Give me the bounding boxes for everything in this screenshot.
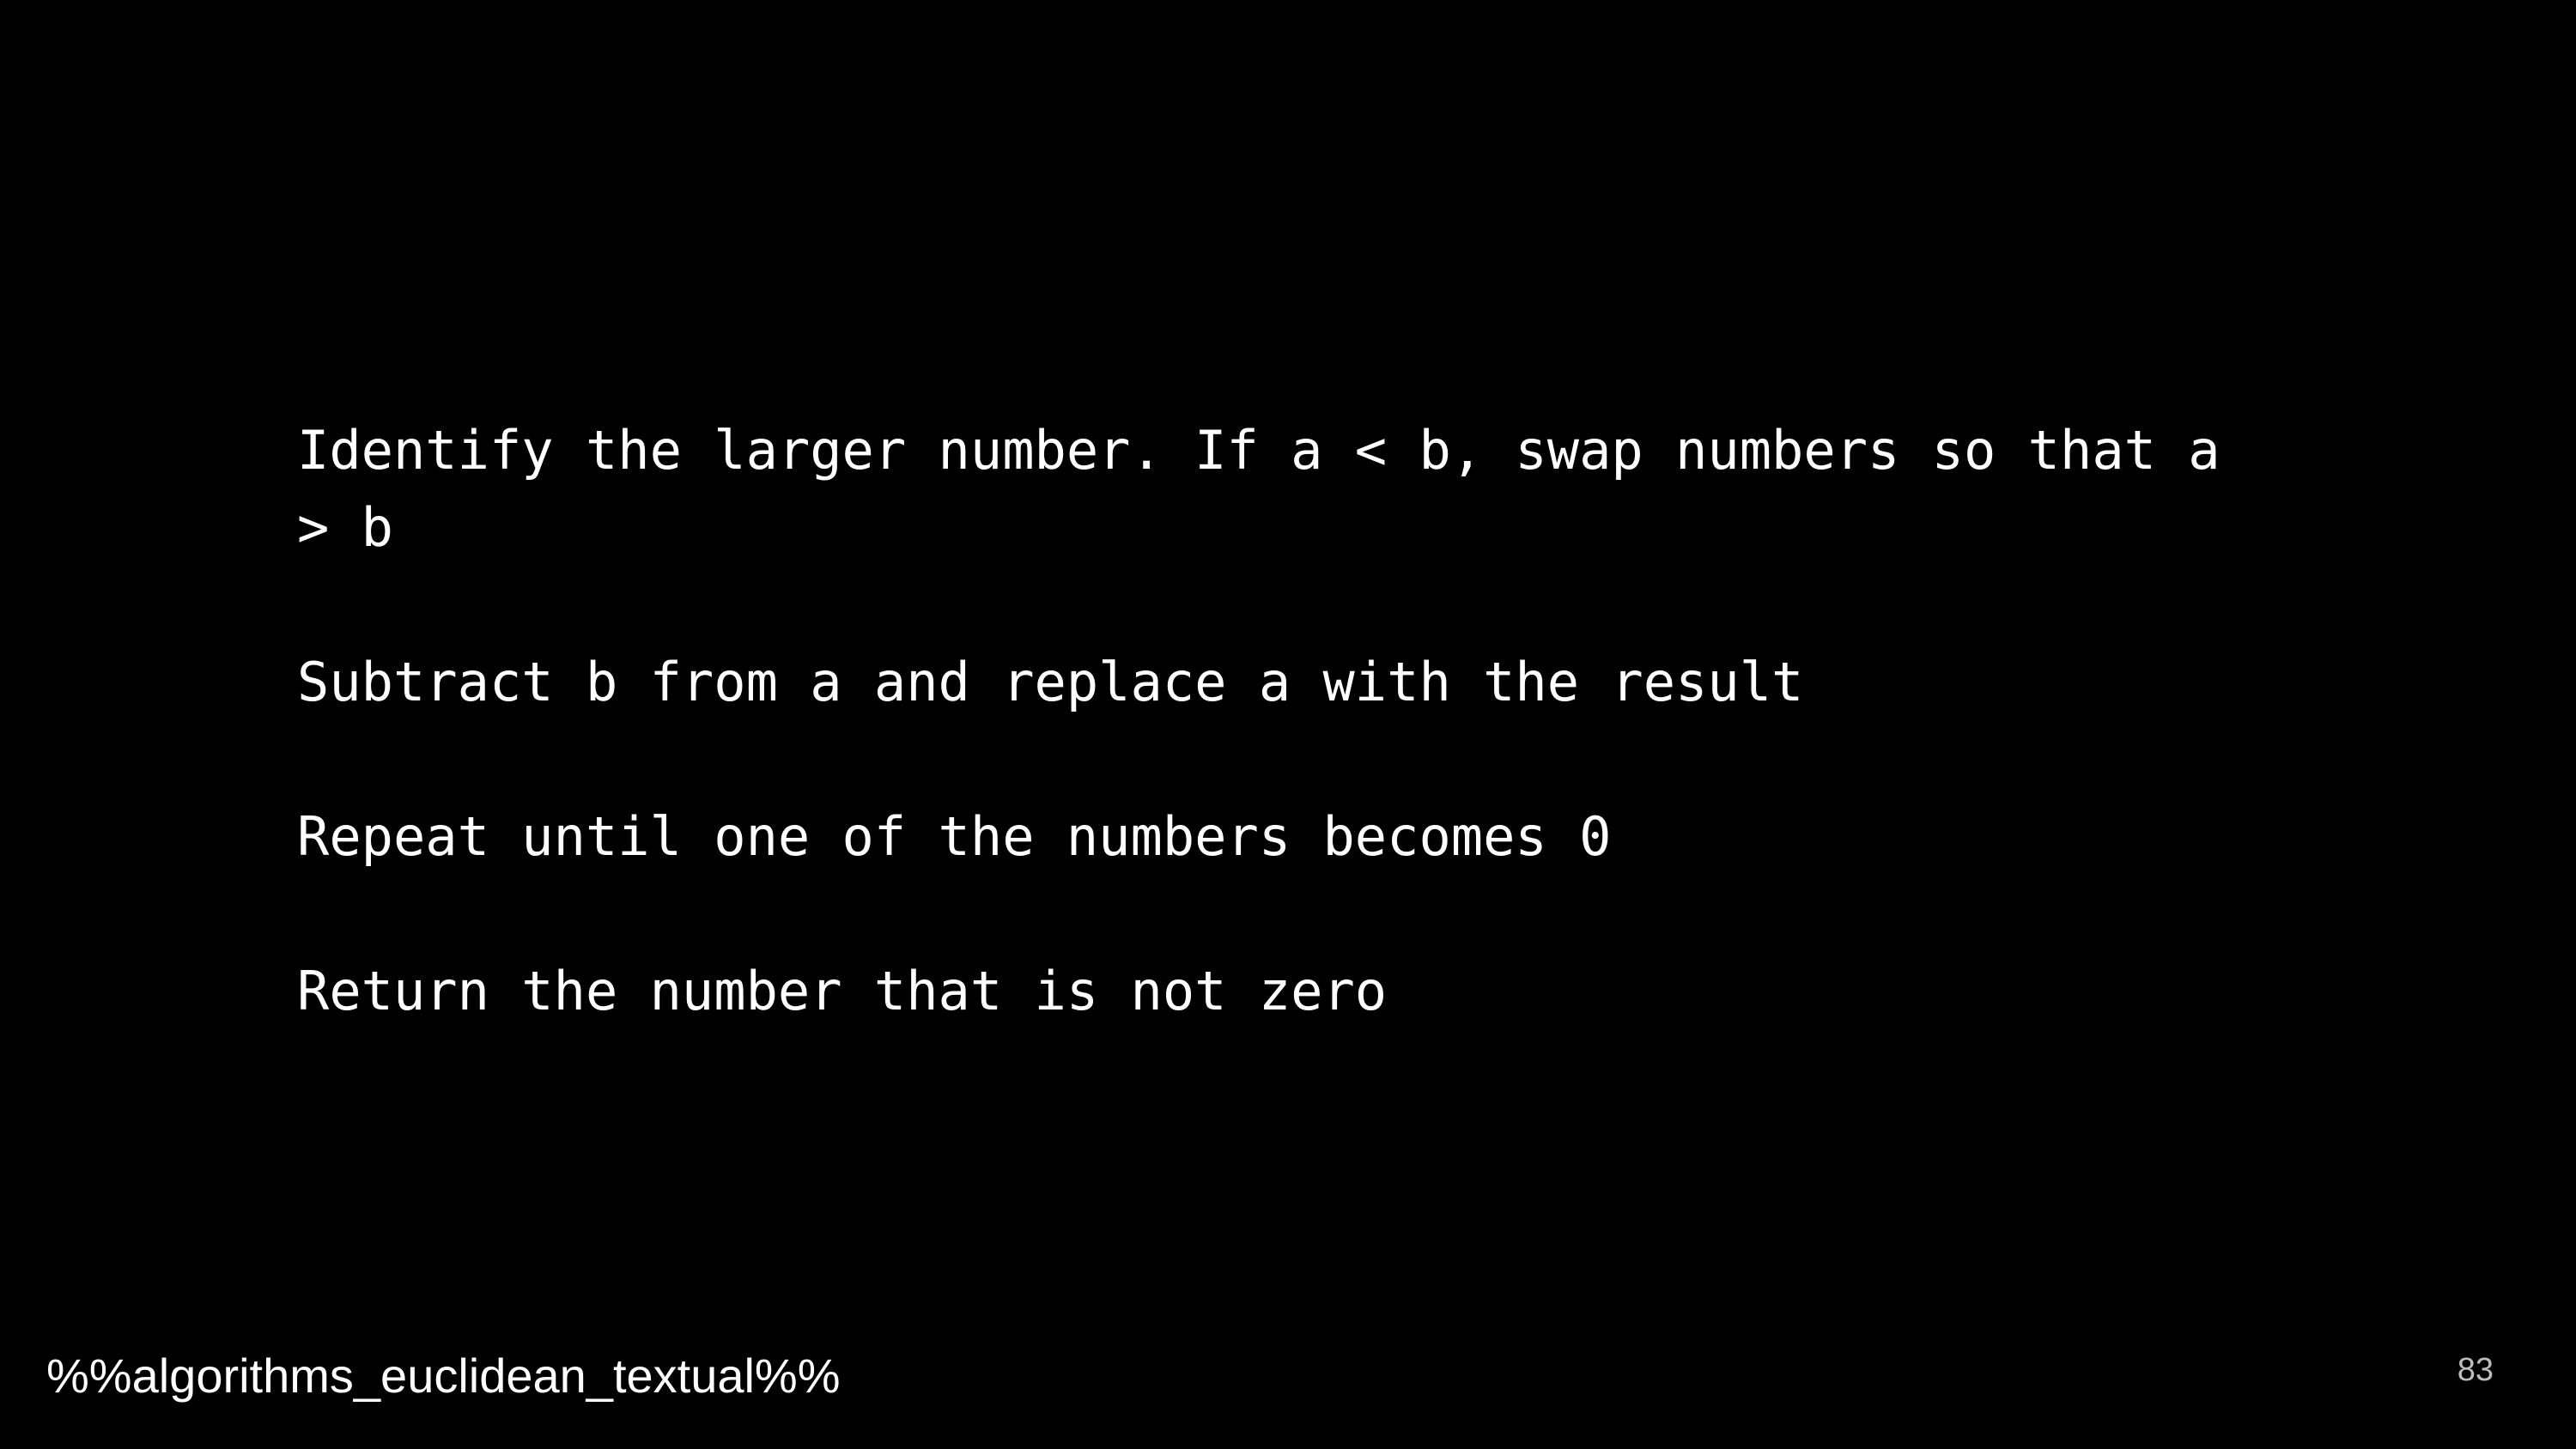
step-repeat: Repeat until one of the numbers becomes … xyxy=(297,805,1612,868)
step-return: Return the number that is not zero xyxy=(297,960,1388,1022)
slide-body: Identify the larger number. If a < b, sw… xyxy=(297,412,2272,1030)
slide: Identify the larger number. If a < b, sw… xyxy=(0,0,2576,1449)
page-number: 83 xyxy=(2457,1352,2494,1388)
footer-tag: %%algorithms_euclidean_textual%% xyxy=(46,1349,841,1403)
step-subtract: Subtract b from a and replace a with the… xyxy=(297,651,1804,713)
step-identify-larger: Identify the larger number. If a < b, sw… xyxy=(297,419,2221,559)
